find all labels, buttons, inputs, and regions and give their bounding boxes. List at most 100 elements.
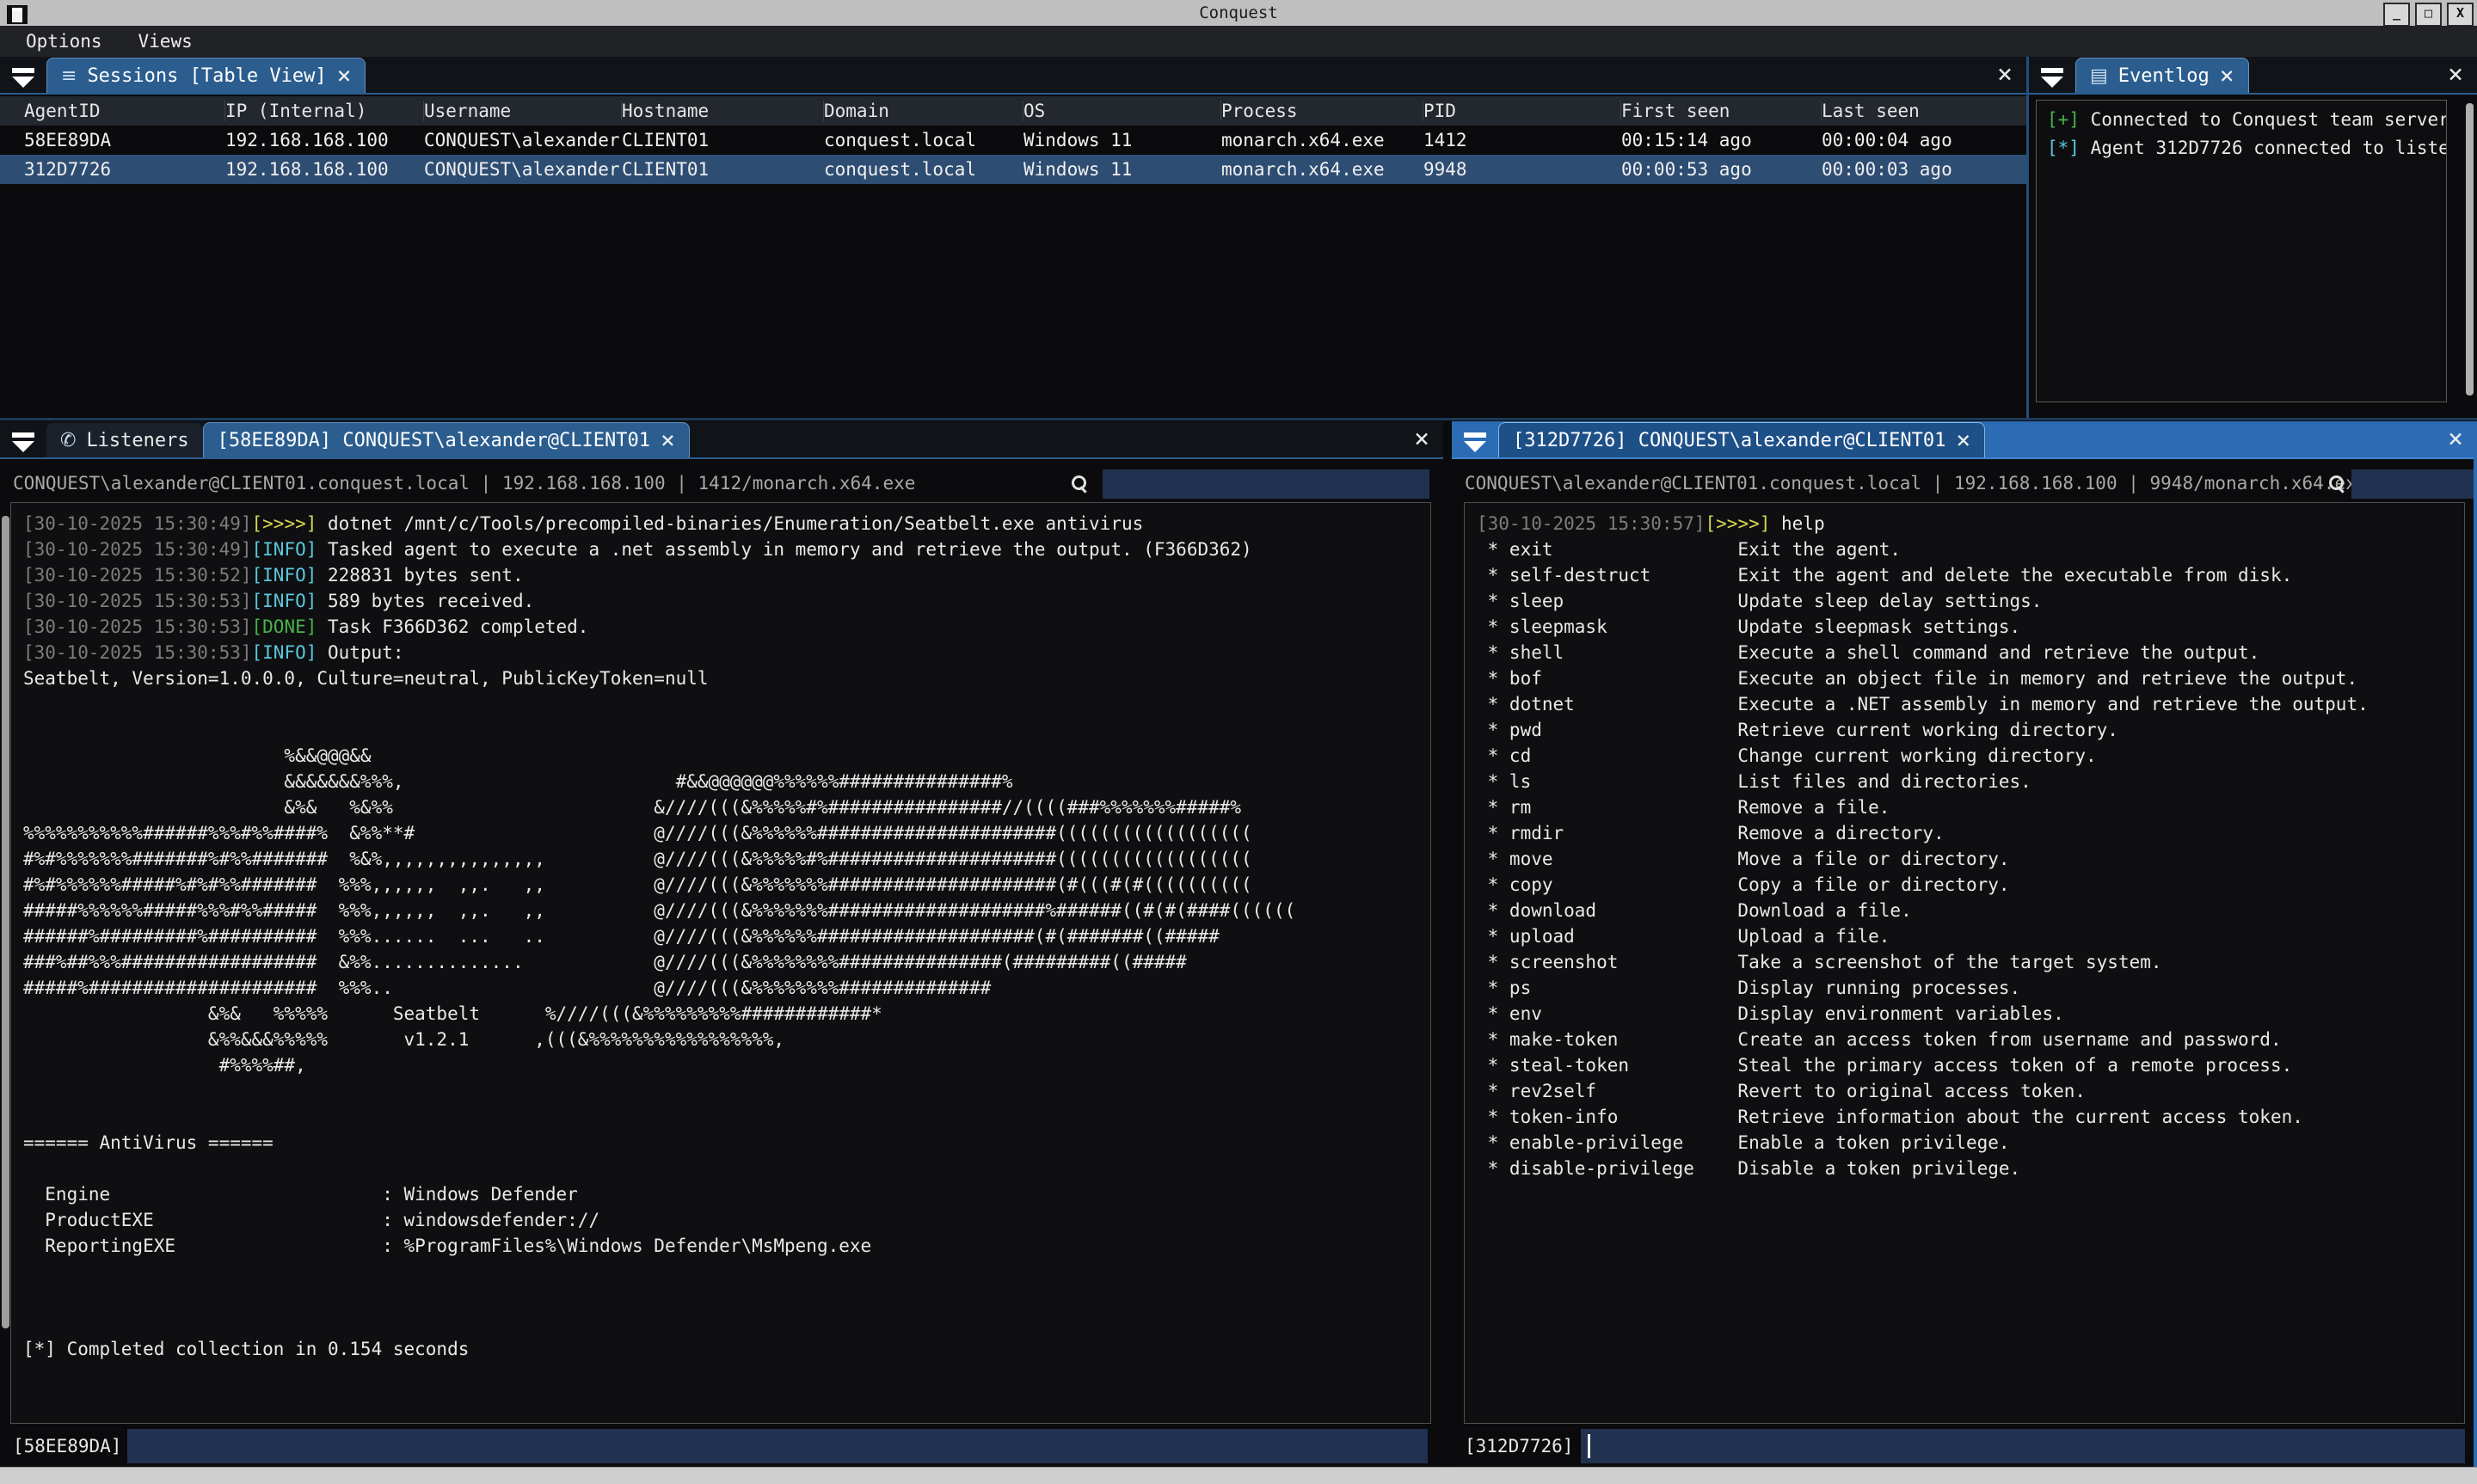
close-icon[interactable]: × (337, 66, 352, 85)
console-line: &%%&&&%%%%% v1.2.1 ,(((&%%%%%%%%%%%%%%%%… (23, 1027, 1430, 1052)
column-header[interactable]: IP (Internal) (225, 101, 424, 121)
console-line: ReportingEXE : %ProgramFiles%\Windows De… (23, 1233, 1430, 1259)
console-line: ProductEXE : windowsdefender:// (23, 1207, 1430, 1233)
console-line: &%& %%%%% Seatbelt %////(((&%%%%%%%%%###… (23, 1001, 1430, 1027)
table-row[interactable]: 58EE89DA192.168.168.100CONQUEST\alexande… (0, 126, 2026, 155)
help-command-line: * exit Exit the agent. (1477, 537, 2464, 562)
console-line: [*] Completed collection in 0.154 second… (23, 1336, 1430, 1362)
prompt-row: [312D7726] (1452, 1427, 2477, 1465)
table-cell: 00:00:04 ago (1822, 130, 2026, 150)
help-command-line: * upload Upload a file. (1477, 923, 2464, 949)
tab-eventlog[interactable]: ▤ Eventlog × (2075, 58, 2249, 93)
console-line: ######%#########%########## %%%...... ..… (23, 923, 1430, 949)
console-scrollbar[interactable] (2, 516, 9, 1328)
close-panel-icon[interactable]: × (2448, 64, 2463, 86)
collapse-panel-icon[interactable] (1464, 432, 1486, 452)
command-input[interactable] (1581, 1429, 2465, 1463)
close-panel-icon[interactable]: × (2448, 428, 2463, 451)
tab-sessions[interactable]: ≡ Sessions [Table View] × (46, 58, 366, 93)
table-cell: CLIENT01 (622, 159, 824, 180)
search-input[interactable] (1103, 469, 1429, 499)
help-command-line: * ls List files and directories. (1477, 769, 2464, 794)
eventlog-line: [*] Agent 312D7726 connected to listener (2047, 134, 2446, 163)
console-line: #%#%%%%%%#####%#%#%%####### %%%,,,,,, ,,… (23, 872, 1430, 898)
table-cell: CONQUEST\alexander (424, 159, 622, 180)
console-output[interactable]: [30-10-2025 15:30:57][>>>>] help * exit … (1464, 502, 2465, 1424)
tab-agent-label: [312D7726] CONQUEST\alexander@CLIENT01 (1513, 430, 1945, 451)
search-input[interactable] (2351, 469, 2474, 499)
collapse-panel-icon[interactable] (12, 68, 34, 88)
column-header[interactable]: Process (1221, 101, 1423, 121)
console-output[interactable]: [30-10-2025 15:30:49][>>>>] dotnet /mnt/… (10, 502, 1431, 1424)
column-header[interactable]: First seen (1621, 101, 1822, 121)
top-area: ≡ Sessions [Table View] × × AgentIDIP (I… (0, 57, 2477, 418)
collapse-panel-icon[interactable] (12, 432, 34, 452)
column-header[interactable]: Hostname (622, 101, 824, 121)
help-command-line: * bof Execute an object file in memory a… (1477, 665, 2464, 691)
console-line (23, 1310, 1430, 1336)
search-icon[interactable] (2327, 475, 2346, 494)
menu-views[interactable]: Views (138, 31, 193, 52)
table-cell: 312D7726 (24, 159, 225, 180)
table-row[interactable]: 312D7726192.168.168.100CONQUEST\alexande… (0, 155, 2026, 184)
table-cell: monarch.x64.exe (1221, 159, 1423, 180)
close-icon[interactable]: × (1956, 431, 1970, 450)
table-cell: conquest.local (824, 130, 1023, 150)
text-cursor (1588, 1434, 1590, 1458)
help-command-line: * screenshot Take a screenshot of the ta… (1477, 949, 2464, 975)
eventlog-scrollbar[interactable] (2466, 103, 2474, 396)
minimize-button[interactable]: _ (2383, 3, 2410, 27)
help-command-line: * sleep Update sleep delay settings. (1477, 588, 2464, 614)
column-header[interactable]: OS (1023, 101, 1221, 121)
clipboard-icon: ▤ (2090, 65, 2108, 87)
console-line: %&&@@@&& (23, 743, 1430, 769)
sessions-table: AgentIDIP (Internal)UsernameHostnameDoma… (0, 96, 2026, 184)
close-panel-icon[interactable]: × (1414, 428, 1429, 451)
menubar: Options Views (0, 26, 2477, 57)
menu-options[interactable]: Options (26, 31, 102, 52)
agent-status-line: CONQUEST\alexander@CLIENT01.conquest.loc… (13, 468, 915, 499)
tab-eventlog-label: Eventlog (2118, 65, 2210, 87)
console-line: #####%%%%%%#####%%%#%%##### %%%,,,,,, ,,… (23, 898, 1430, 923)
horizontal-divider[interactable] (0, 418, 2477, 420)
console-line (23, 1285, 1430, 1310)
console-line: &&&&&&&%%%, #&&@@@@@@%%%%%%#############… (23, 769, 1430, 794)
column-header[interactable]: AgentID (24, 101, 225, 121)
app-window: Conquest _ □ X Options Views ≡ Sessions … (0, 0, 2477, 1484)
collapse-panel-icon[interactable] (2041, 68, 2063, 88)
help-command-line: * dotnet Execute a .NET assembly in memo… (1477, 691, 2464, 717)
console-line: %%%%%%%%%%%######%%%#%%####% &%%**# @///… (23, 820, 1430, 846)
list-icon: ≡ (61, 65, 77, 87)
sessions-tabbar: ≡ Sessions [Table View] × × (0, 57, 2026, 95)
tab-agent-58EE89DA[interactable]: [58EE89DA] CONQUEST\alexander@CLIENT01 × (203, 422, 690, 457)
close-icon[interactable]: × (661, 431, 675, 450)
active-panel-accent (2474, 421, 2477, 1467)
sessions-panel: ≡ Sessions [Table View] × × AgentIDIP (I… (0, 57, 2026, 418)
console-line (23, 717, 1430, 743)
search-icon[interactable] (1070, 475, 1089, 494)
maximize-button[interactable]: □ (2415, 3, 2442, 27)
close-button[interactable]: X (2447, 3, 2474, 27)
column-header[interactable]: Last seen (1822, 101, 2026, 121)
prompt-label: [312D7726] (1465, 1427, 1573, 1465)
tab-agent-312D7726[interactable]: [312D7726] CONQUEST\alexander@CLIENT01 × (1498, 422, 1985, 457)
eventlog-tabbar: ▤ Eventlog × × (2029, 57, 2477, 95)
column-header[interactable]: PID (1423, 101, 1621, 121)
prompt-row: [58EE89DA] (0, 1427, 1443, 1465)
column-header[interactable]: Username (424, 101, 622, 121)
console-line: [30-10-2025 15:30:53][DONE] Task F366D36… (23, 614, 1430, 640)
close-icon[interactable]: × (2220, 66, 2234, 85)
help-command-line: * rmdir Remove a directory. (1477, 820, 2464, 846)
console-line (23, 1259, 1430, 1285)
console-line (23, 1104, 1430, 1130)
help-command-line: * env Display environment variables. (1477, 1001, 2464, 1027)
tab-listeners[interactable]: ✆ Listeners (46, 423, 203, 457)
eventlog-panel: ▤ Eventlog × × [+] Connected to Conquest… (2029, 57, 2477, 418)
close-panel-icon[interactable]: × (1997, 64, 2013, 86)
table-cell: CONQUEST\alexander (424, 130, 622, 150)
column-header[interactable]: Domain (824, 101, 1023, 121)
console-line (23, 1156, 1430, 1181)
command-input[interactable] (127, 1429, 1428, 1463)
console-line: [30-10-2025 15:30:53][INFO] Output: (23, 640, 1430, 665)
console-line: #####%##################### %%%.. @////(… (23, 975, 1430, 1001)
